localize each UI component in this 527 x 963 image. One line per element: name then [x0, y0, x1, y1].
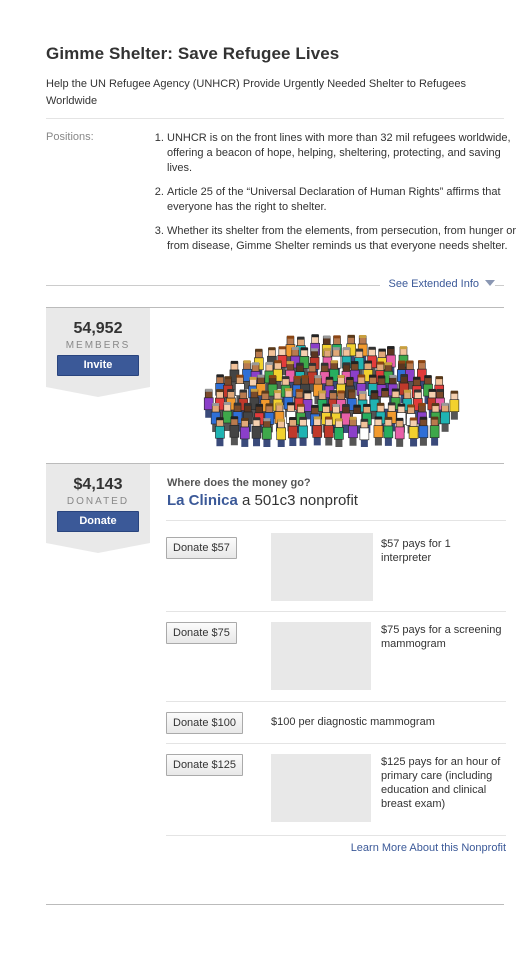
members-count: 54,952 — [73, 320, 123, 337]
option-text: $100 per diagnostic mammogram — [271, 716, 435, 728]
donate-100-button[interactable]: Donate $100 — [166, 712, 243, 734]
org-description: a 501c3 nonprofit — [242, 492, 358, 509]
crowd-person — [348, 416, 358, 446]
crowd-person — [288, 417, 298, 447]
page-subtitle: Help the UN Refugee Agency (UNHCR) Provi… — [46, 78, 467, 107]
bottom-divider — [46, 904, 504, 905]
divider — [166, 701, 506, 702]
crowd-person — [262, 418, 272, 447]
position-item: Whether its shelter from the elements, f… — [167, 224, 522, 254]
learn-more-link[interactable]: Learn More About this Nonprofit — [351, 842, 506, 854]
crowd-person — [276, 418, 287, 447]
position-item: Article 25 of the “Universal Declaration… — [167, 185, 522, 215]
divider — [46, 118, 504, 119]
crowd-person — [383, 416, 394, 446]
badge-tail — [46, 543, 150, 553]
crowd-person — [240, 417, 250, 447]
donate-button[interactable]: Donate — [57, 511, 139, 532]
crowd-person — [408, 417, 419, 447]
positions-label: Positions: — [46, 131, 94, 143]
donated-amount: $4,143 — [73, 476, 123, 493]
org-name-link[interactable]: La Clinica — [167, 492, 238, 509]
crowd-person — [359, 418, 370, 447]
position-item: UNHCR is on the front lines with more th… — [167, 131, 522, 176]
donated-label: DONATED — [66, 496, 130, 507]
page-title: Gimme Shelter: Save Refugee Lives — [46, 44, 340, 63]
option-image — [271, 533, 373, 601]
divider — [166, 611, 506, 612]
donate-125-button[interactable]: Donate $125 — [166, 754, 243, 776]
crowd-person — [449, 390, 460, 420]
see-extended-info-link[interactable]: See Extended Info — [380, 278, 495, 290]
crowd-person — [323, 416, 334, 446]
see-extended-info-label: See Extended Info — [388, 278, 479, 290]
money-question: Where does the money go? — [167, 477, 311, 489]
option-text: $75 pays for a screening mammogram — [381, 624, 502, 650]
caret-down-icon — [485, 280, 495, 286]
positions-list: UNHCR is on the front lines with more th… — [150, 131, 522, 263]
crowd-person — [429, 416, 440, 446]
crowd-person — [394, 417, 405, 447]
option-image — [271, 622, 371, 690]
invite-button[interactable]: Invite — [57, 355, 139, 376]
badge-tail — [46, 387, 150, 397]
crowd-person — [251, 417, 262, 447]
divider — [166, 835, 506, 836]
donated-badge: $4,143 DONATED Donate — [46, 464, 150, 543]
divider — [166, 743, 506, 744]
crowd-illustration — [203, 334, 460, 447]
crowd-person — [334, 418, 344, 447]
crowd-person — [298, 416, 308, 446]
crowd-person — [312, 416, 323, 446]
crowd-person — [373, 416, 384, 446]
crowd-person — [229, 416, 240, 446]
donate-57-button[interactable]: Donate $57 — [166, 537, 237, 559]
divider — [166, 520, 506, 521]
crowd-person — [418, 416, 429, 446]
option-text: $125 pays for an hour of primary care (i… — [381, 756, 501, 810]
members-label: MEMBERS — [65, 340, 131, 351]
option-image — [271, 754, 371, 822]
option-text: $57 pays for 1 interpreter — [381, 538, 451, 564]
members-badge: 54,952 MEMBERS Invite — [46, 308, 150, 387]
crowd-person — [215, 417, 225, 447]
org-heading: La Clinica a 501c3 nonprofit — [167, 492, 358, 509]
crowd-person — [440, 402, 450, 432]
donate-75-button[interactable]: Donate $75 — [166, 622, 237, 644]
